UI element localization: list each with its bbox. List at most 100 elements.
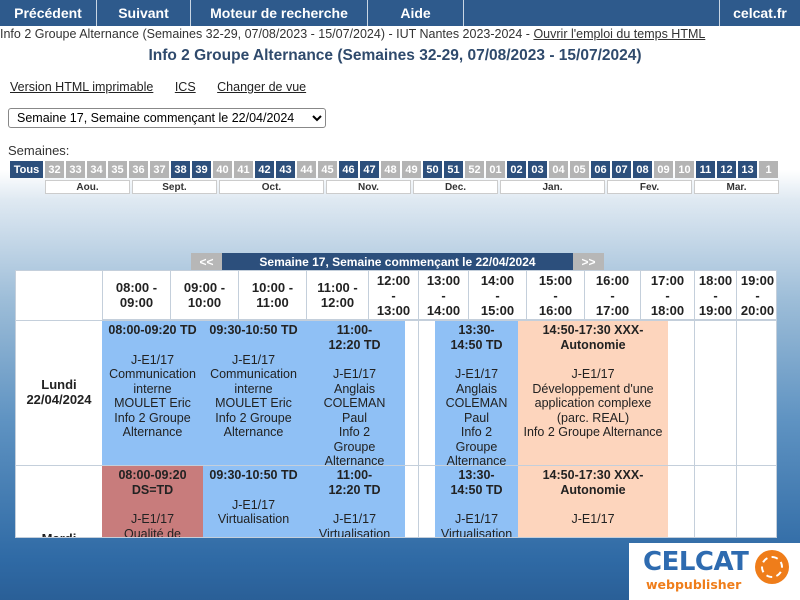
week-select[interactable]: Semaine 17, Semaine commençant le 22/04/… bbox=[8, 108, 326, 128]
week-button[interactable]: 40 bbox=[213, 161, 232, 178]
week-button[interactable]: 38 bbox=[171, 161, 190, 178]
week-button[interactable]: 48 bbox=[381, 161, 400, 178]
week-button[interactable]: 11 bbox=[696, 161, 715, 178]
info-line: Info 2 Groupe Alternance (Semaines 32-29… bbox=[0, 26, 800, 42]
event-title: 14:50-17:30 XXX-Autonomie bbox=[542, 468, 644, 497]
time-header-label: 15:00 - 16:00 bbox=[538, 272, 573, 318]
help-link[interactable]: Aide bbox=[368, 0, 464, 26]
time-header: 12:00 - 13:00 bbox=[368, 271, 418, 320]
event-title: 08:00-09:20 DS=TD bbox=[118, 468, 187, 497]
event-title: 11:00- 12:20 TD bbox=[328, 323, 381, 352]
prev-button[interactable]: Précédent bbox=[0, 0, 97, 26]
timetable-event[interactable]: 11:00- 12:20 TD J-E1/17 Virtualisation bbox=[304, 466, 405, 537]
time-header-label: 10:00 - 11:00 bbox=[251, 280, 294, 310]
grid-column-line bbox=[736, 320, 737, 537]
timetable-event[interactable]: 08:00-09:20 DS=TD J-E1/17 Qualité de bbox=[102, 466, 203, 538]
time-header: 10:00 - 11:00 bbox=[238, 271, 306, 320]
printable-version-link[interactable]: Version HTML imprimable bbox=[10, 80, 153, 94]
week-button[interactable]: 49 bbox=[402, 161, 421, 178]
week-button[interactable]: 37 bbox=[150, 161, 169, 178]
week-button[interactable]: 1 bbox=[759, 161, 778, 178]
week-button[interactable]: 45 bbox=[318, 161, 337, 178]
week-button[interactable]: 09 bbox=[654, 161, 673, 178]
week-all-button[interactable]: Tous bbox=[10, 161, 43, 178]
event-title: 08:00-09:20 TD bbox=[108, 323, 197, 337]
next-button[interactable]: Suivant bbox=[97, 0, 191, 26]
week-button[interactable]: 04 bbox=[549, 161, 568, 178]
event-title: 09:30-10:50 TD bbox=[209, 323, 298, 337]
week-button[interactable]: 02 bbox=[507, 161, 526, 178]
logo-sub: webpublisher bbox=[646, 577, 742, 592]
week-button[interactable]: 35 bbox=[108, 161, 127, 178]
nav-spacer bbox=[464, 0, 720, 26]
week-button[interactable]: 05 bbox=[570, 161, 589, 178]
time-header: 14:00 - 15:00 bbox=[468, 271, 526, 320]
timetable-event[interactable]: 09:30-10:50 TD J-E1/17 Virtualisation bbox=[203, 466, 304, 537]
week-button[interactable]: 03 bbox=[528, 161, 547, 178]
time-header-label: 16:00 - 17:00 bbox=[595, 272, 630, 318]
time-header-label: 18:00 - 19:00 bbox=[698, 272, 733, 318]
time-header: 19:00 - 20:00 bbox=[736, 271, 776, 320]
open-html-timetable-link[interactable]: Ouvrir l'emploi du temps HTML bbox=[533, 27, 705, 41]
event-details: J-E1/17 Communication interne MOULET Eri… bbox=[109, 352, 196, 440]
ics-link[interactable]: ICS bbox=[175, 80, 196, 94]
week-button[interactable]: 34 bbox=[87, 161, 106, 178]
timetable-event[interactable]: 09:30-10:50 TD J-E1/17 Communication inte… bbox=[203, 321, 304, 465]
week-button[interactable]: 51 bbox=[444, 161, 463, 178]
timetable-event[interactable]: 14:50-17:30 XXX-Autonomie J-E1/17 bbox=[518, 466, 668, 537]
week-button[interactable]: 07 bbox=[612, 161, 631, 178]
time-header: 17:00 - 18:00 bbox=[640, 271, 694, 320]
week-button[interactable]: 36 bbox=[129, 161, 148, 178]
week-button[interactable]: 41 bbox=[234, 161, 253, 178]
timetable-event[interactable]: 11:00- 12:20 TD J-E1/17 Anglais COLEMAN P… bbox=[304, 321, 405, 465]
grid-column-line bbox=[694, 320, 695, 537]
week-button[interactable]: 10 bbox=[675, 161, 694, 178]
week-button[interactable]: 06 bbox=[591, 161, 610, 178]
event-title: 13:30- 14:50 TD bbox=[450, 323, 503, 352]
timetable-event[interactable]: 14:50-17:30 XXX-Autonomie J-E1/17 Dévelop… bbox=[518, 321, 668, 465]
week-button[interactable]: 33 bbox=[66, 161, 85, 178]
week-button[interactable]: 39 bbox=[192, 161, 211, 178]
event-details: J-E1/17 Anglais COLEMAN Paul Info 2 Grou… bbox=[445, 367, 508, 465]
time-header-label: 14:00 - 15:00 bbox=[480, 272, 515, 318]
timetable-event[interactable]: 08:00-09:20 TD J-E1/17 Communication inte… bbox=[102, 321, 203, 465]
time-header-label: 19:00 - 20:00 bbox=[740, 272, 775, 318]
time-header-label: 09:00 - 10:00 bbox=[183, 280, 226, 310]
timetable-event[interactable]: 13:30- 14:50 TD J-E1/17 Anglais COLEMAN P… bbox=[435, 321, 518, 465]
week-button[interactable]: 43 bbox=[276, 161, 295, 178]
week-button[interactable]: 12 bbox=[717, 161, 736, 178]
week-prev-button[interactable]: << bbox=[191, 253, 222, 270]
celcat-logo: CELCAT webpublisher bbox=[629, 543, 800, 600]
week-button[interactable]: 47 bbox=[360, 161, 379, 178]
month-label: Aou. bbox=[45, 180, 130, 194]
month-label: Oct. bbox=[219, 180, 324, 194]
week-button[interactable]: 52 bbox=[465, 161, 484, 178]
timetable-grid: 08:00 - 09:00 09:00 - 10:00 10:00 - 11:00 1… bbox=[15, 270, 777, 538]
timetable-event[interactable]: 13:30- 14:50 TD J-E1/17 Virtualisation bbox=[435, 466, 518, 537]
week-button[interactable]: 01 bbox=[486, 161, 505, 178]
week-button[interactable]: 50 bbox=[423, 161, 442, 178]
month-label: Fev. bbox=[607, 180, 692, 194]
week-buttons: Tous 32 33 34 35 36 37 38 39 40 41 42 43 44 45 46 47 48 49… bbox=[10, 161, 780, 179]
week-next-button[interactable]: >> bbox=[573, 253, 604, 270]
change-view-link[interactable]: Changer de vue bbox=[217, 80, 306, 94]
time-header: 18:00 - 19:00 bbox=[694, 271, 736, 320]
event-details: J-E1/17 Anglais COLEMAN Paul Info 2 Grou… bbox=[323, 367, 386, 465]
clock-dial-icon bbox=[755, 550, 789, 584]
week-button[interactable]: 42 bbox=[255, 161, 274, 178]
week-button[interactable]: 13 bbox=[738, 161, 757, 178]
week-button[interactable]: 46 bbox=[339, 161, 358, 178]
time-header-label: 17:00 - 18:00 bbox=[650, 272, 685, 318]
week-button[interactable]: 08 bbox=[633, 161, 652, 178]
week-button[interactable]: 32 bbox=[45, 161, 64, 178]
search-engine-link[interactable]: Moteur de recherche bbox=[191, 0, 368, 26]
event-details: J-E1/17 Qualité de bbox=[124, 512, 181, 538]
day-label: Mardi bbox=[16, 531, 102, 537]
event-title: 14:50-17:30 XXX-Autonomie bbox=[542, 323, 644, 352]
celcat-site-link[interactable]: celcat.fr bbox=[720, 0, 800, 26]
time-header-label: 11:00 - 12:00 bbox=[317, 280, 358, 310]
time-header-label: 13:00 - 14:00 bbox=[426, 272, 461, 318]
view-links: Version HTML imprimable ICS Changer de v… bbox=[10, 80, 324, 94]
week-button[interactable]: 44 bbox=[297, 161, 316, 178]
time-header: 09:00 - 10:00 bbox=[170, 271, 238, 320]
